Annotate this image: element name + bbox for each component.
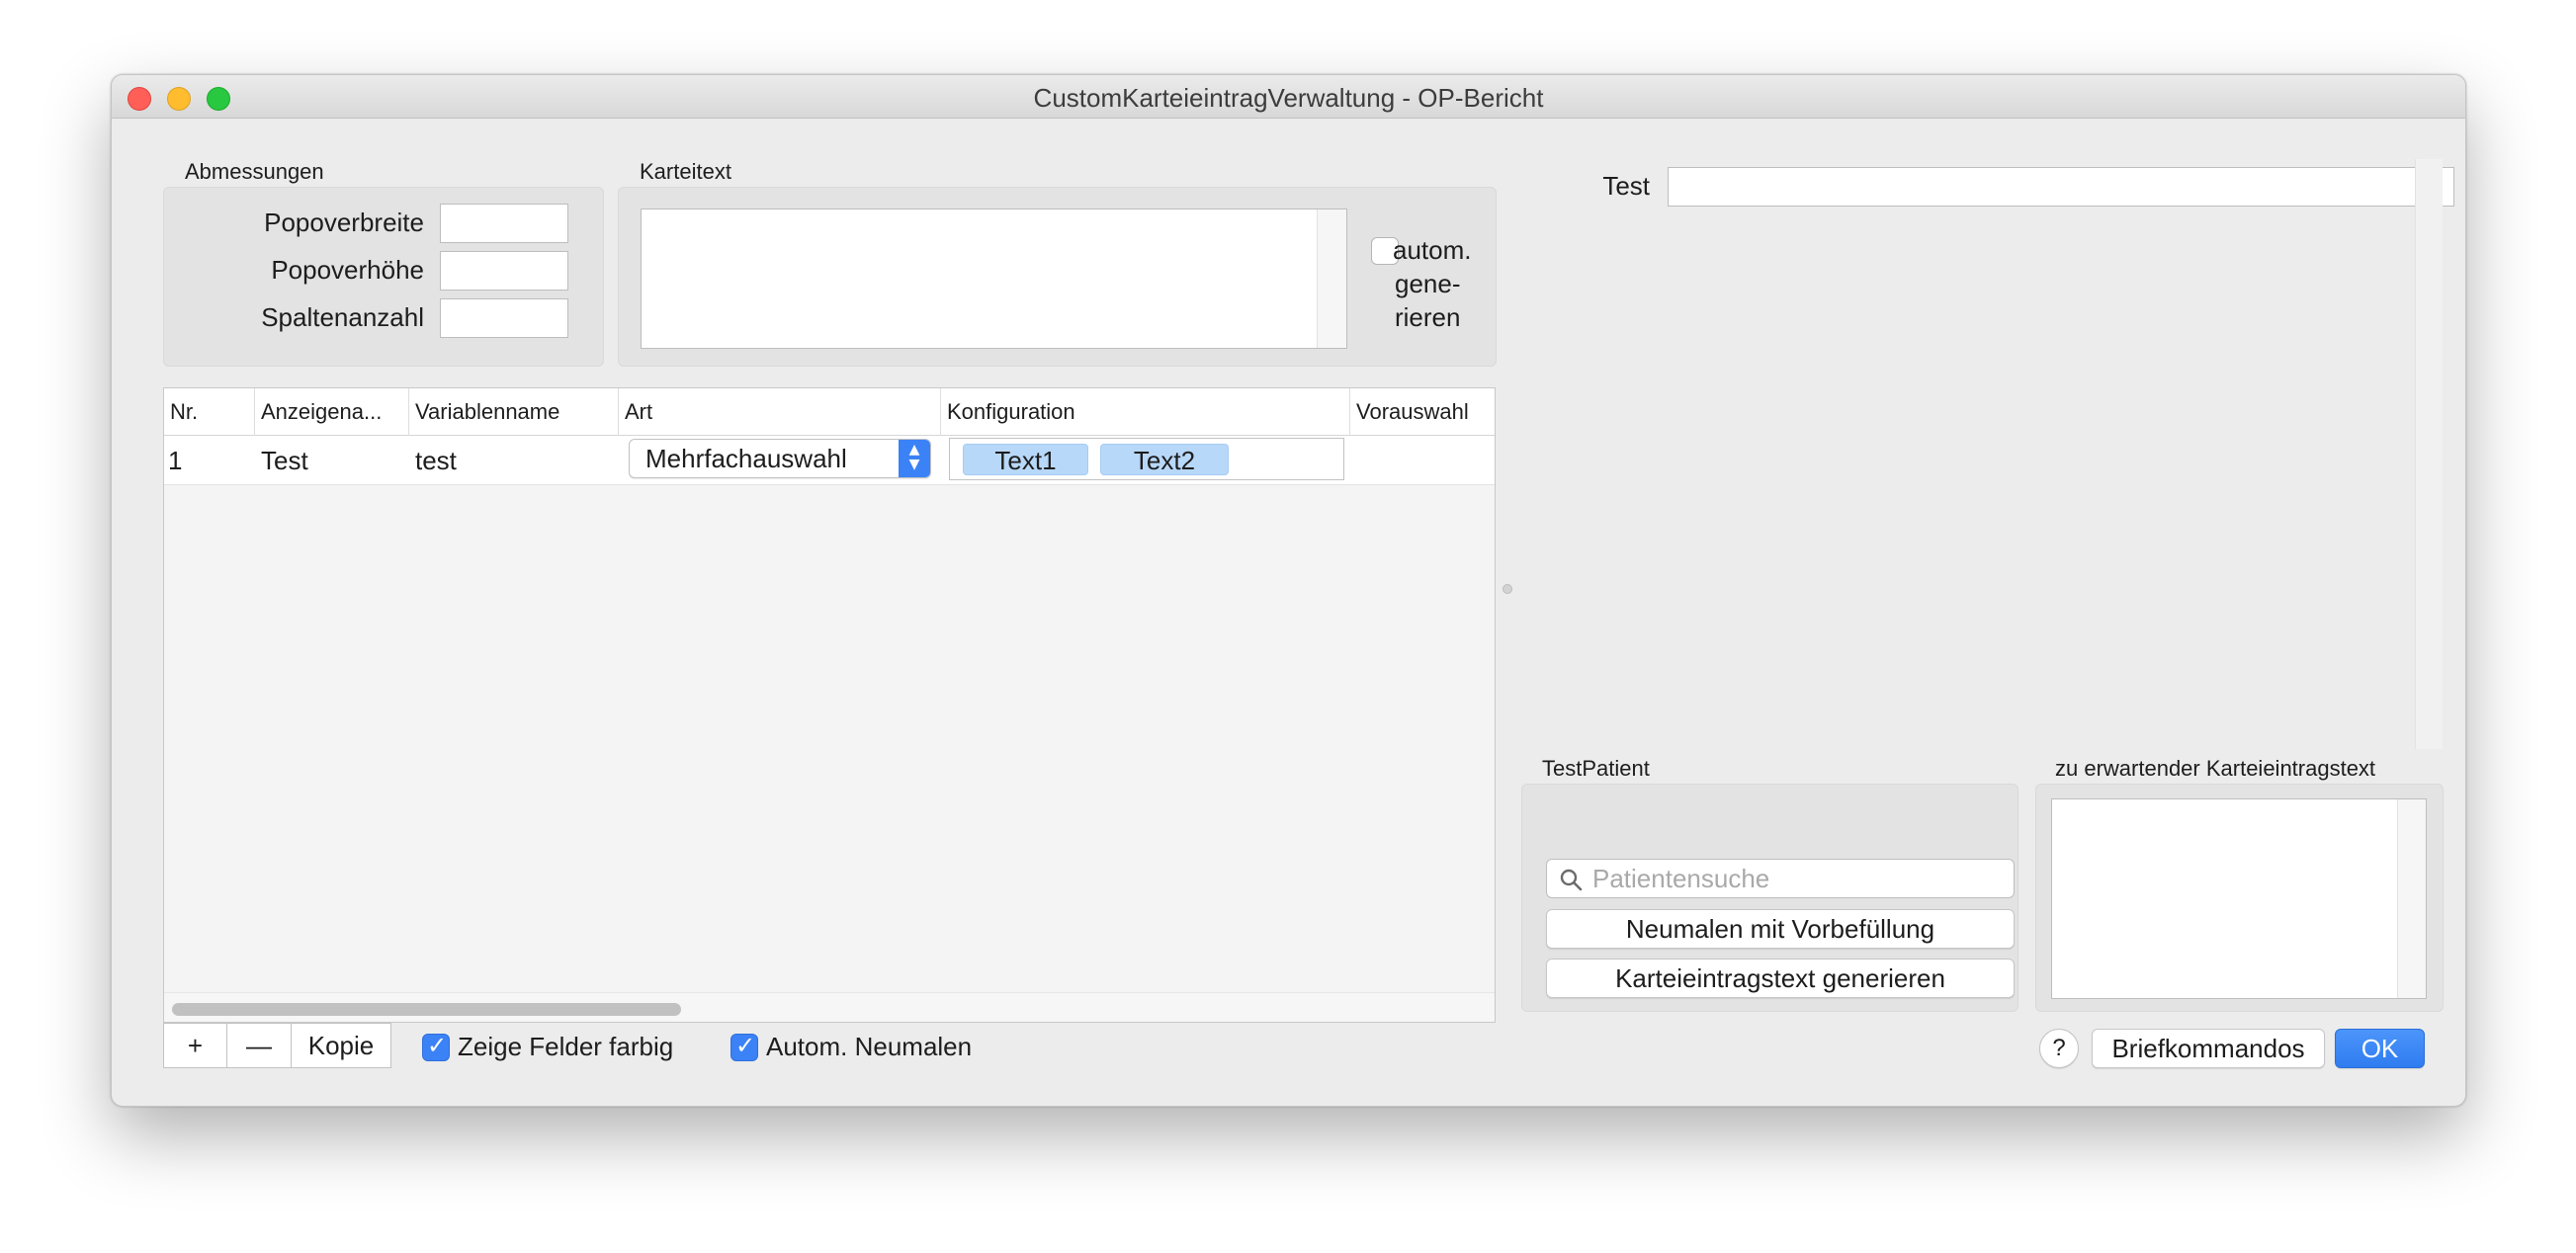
column-header-variablenname[interactable]: Variablenname <box>409 388 619 436</box>
remove-row-button[interactable]: — <box>226 1023 292 1068</box>
main-window: CustomKarteieintragVerwaltung - OP-Beric… <box>111 74 2466 1107</box>
auto-generate-label-line3: rieren <box>1395 302 1461 332</box>
column-header-nr[interactable]: Nr. <box>164 388 255 436</box>
art-popup-button[interactable]: Mehrfachauswahl ▲ ▼ <box>629 439 931 478</box>
add-row-button[interactable]: + <box>163 1023 227 1068</box>
expected-text-textarea[interactable] <box>2051 798 2427 999</box>
patient-search-placeholder: Patientensuche <box>1592 864 1770 893</box>
title-bar: CustomKarteieintragVerwaltung - OP-Beric… <box>112 75 2465 119</box>
popover-height-label: Popoverhöhe <box>271 255 424 285</box>
auto-generate-label-line1: autom. <box>1393 235 1472 265</box>
preview-test-input[interactable] <box>1668 167 2454 207</box>
expected-text-group-label: zu erwartender Karteieintragstext <box>2055 756 2376 781</box>
column-header-anzeigename[interactable]: Anzeigena... <box>255 388 409 436</box>
column-header-vorauswahl[interactable]: Vorauswahl <box>1350 388 1495 436</box>
generate-entry-text-button[interactable]: Karteieintragstext generieren <box>1546 959 2015 998</box>
popover-width-label: Popoverbreite <box>264 208 424 237</box>
konfiguration-token-field[interactable]: Text1 Text2 <box>949 438 1344 480</box>
dimensions-group: Popoverbreite Popoverhöhe Spaltenanzahl <box>163 187 604 367</box>
config-token[interactable]: Text2 <box>1100 444 1229 475</box>
table-horizontal-scroll-track[interactable] <box>164 992 1495 1022</box>
ok-button[interactable]: OK <box>2335 1029 2425 1068</box>
config-token[interactable]: Text1 <box>963 444 1088 475</box>
popover-height-input[interactable] <box>440 251 568 291</box>
checkmark-icon: ✓ <box>427 1032 448 1059</box>
art-popup-value: Mehrfachauswahl <box>645 444 847 473</box>
table-horizontal-scrollbar[interactable] <box>172 1003 681 1016</box>
preview-scrollbar[interactable] <box>2415 159 2443 749</box>
redraw-prefilled-button[interactable]: Neumalen mit Vorbefüllung <box>1546 909 2015 949</box>
test-patient-group-label: TestPatient <box>1542 756 1650 781</box>
auto-generate-label-line2: gene- <box>1395 269 1461 298</box>
column-header-konfiguration[interactable]: Konfiguration <box>941 388 1350 436</box>
expected-text-scrollbar[interactable] <box>2397 799 2426 998</box>
column-count-input[interactable] <box>440 298 568 338</box>
patient-search-input[interactable]: Patientensuche <box>1546 859 2015 898</box>
preview-test-label: Test <box>1602 171 1650 201</box>
karteitext-scrollbar[interactable] <box>1317 209 1346 348</box>
table-row[interactable]: 1 Test test Mehrfachauswahl ▲ ▼ Text1 Tex… <box>164 436 1495 485</box>
cell-anzeigename[interactable]: Test <box>257 436 409 485</box>
cell-vorauswahl[interactable] <box>1354 436 1493 485</box>
test-patient-group: Patientensuche Neumalen mit Vorbefüllung… <box>1521 784 2018 1012</box>
split-view-divider-handle[interactable] <box>1503 584 1512 594</box>
chevron-up-down-icon: ▲ ▼ <box>899 440 930 477</box>
search-icon <box>1560 869 1583 891</box>
column-header-art[interactable]: Art <box>619 388 941 436</box>
expected-text-group <box>2035 784 2444 1012</box>
show-colored-checkbox[interactable]: ✓ <box>422 1032 450 1061</box>
dimensions-group-label: Abmessungen <box>185 159 324 184</box>
auto-redraw-checkbox[interactable]: ✓ <box>730 1032 758 1061</box>
briefkommandos-button[interactable]: Briefkommandos <box>2092 1029 2325 1068</box>
window-title: CustomKarteieintragVerwaltung - OP-Beric… <box>1033 83 1544 113</box>
help-button[interactable]: ? <box>2039 1029 2079 1068</box>
cell-nr: 1 <box>168 446 183 475</box>
fields-table: Nr. Anzeigena... Variablenname Art Konfi… <box>163 387 1496 1023</box>
column-count-label: Spaltenanzahl <box>261 302 424 332</box>
auto-redraw-label: Autom. Neumalen <box>766 1032 973 1061</box>
popover-width-input[interactable] <box>440 204 568 243</box>
karteitext-group: autom. gene- rieren <box>618 187 1497 367</box>
checkmark-icon: ✓ <box>735 1032 756 1059</box>
karteitext-group-label: Karteitext <box>640 159 731 184</box>
karteitext-textarea[interactable] <box>641 209 1347 349</box>
show-colored-label: Zeige Felder farbig <box>458 1032 674 1061</box>
table-header: Nr. Anzeigena... Variablenname Art Konfi… <box>164 388 1495 436</box>
copy-row-button[interactable]: Kopie <box>291 1023 391 1068</box>
cell-variablenname[interactable]: test <box>411 436 619 485</box>
